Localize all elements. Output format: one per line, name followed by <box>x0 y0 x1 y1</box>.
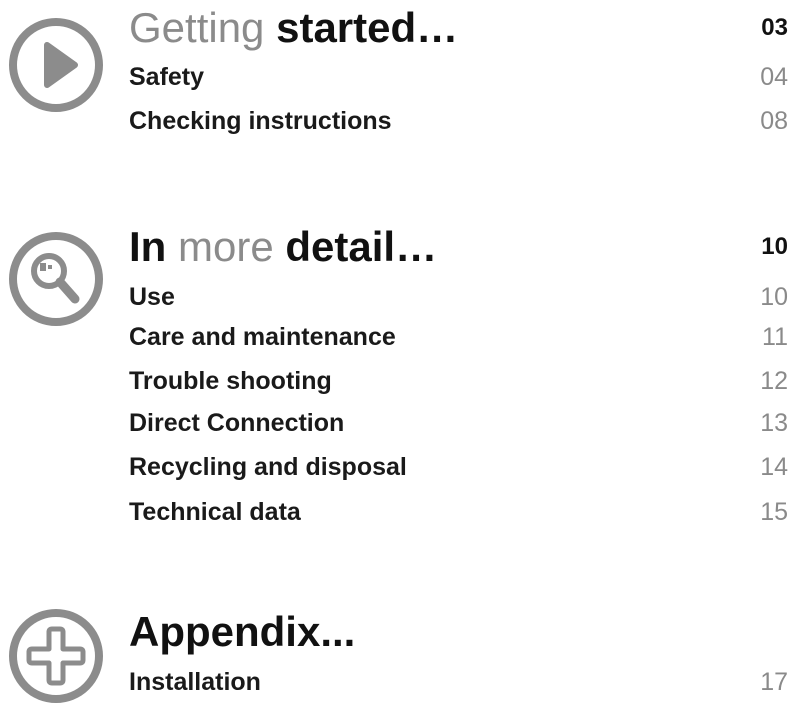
toc-entry-checking-instructions[interactable]: Checking instructions 08 <box>129 99 791 143</box>
toc-entry-installation[interactable]: Installation 17 <box>129 660 791 704</box>
toc-entry-label: Checking instructions <box>129 107 392 135</box>
toc-entry-label: Recycling and disposal <box>129 453 407 481</box>
play-icon <box>9 18 103 112</box>
toc-entry-direct-connection[interactable]: Direct Connection 13 <box>129 401 791 445</box>
toc-entry-label: Direct Connection <box>129 409 345 437</box>
toc-entry-technical-data[interactable]: Technical data 15 <box>129 490 791 534</box>
toc-entry-label: Trouble shooting <box>129 367 332 395</box>
toc-entry-page: 11 <box>762 323 788 351</box>
section-title: In more detail… <box>129 219 437 275</box>
toc-entry-trouble-shooting[interactable]: Trouble shooting 12 <box>129 359 791 403</box>
section-title-light: more <box>178 223 274 270</box>
section-title: Appendix... <box>129 604 355 660</box>
toc-entry-page: 14 <box>760 453 788 481</box>
section-heading[interactable]: In more detail… 10 <box>129 219 791 275</box>
section-title: Getting started… <box>129 0 458 56</box>
toc-entry-label: Installation <box>129 668 261 696</box>
toc-entry-page: 17 <box>760 668 788 696</box>
toc-entry-safety[interactable]: Safety 04 <box>129 55 791 99</box>
plus-icon <box>9 609 103 703</box>
toc-entry-page: 08 <box>760 107 788 135</box>
section-heading[interactable]: Appendix... <box>129 604 791 660</box>
toc-entry-page: 10 <box>760 283 788 311</box>
toc-entry-page: 04 <box>760 63 788 91</box>
section-title-bold: In <box>129 223 167 270</box>
toc-entry-use[interactable]: Use 10 <box>129 275 791 319</box>
section-page-number: 03 <box>761 14 788 41</box>
section-title-bold: detail… <box>285 223 438 270</box>
toc-entry-page: 12 <box>760 367 788 395</box>
section-title-light: Getting <box>129 4 265 51</box>
section-title-bold: started… <box>276 4 459 51</box>
toc-entry-care-and-maintenance[interactable]: Care and maintenance 11 <box>129 315 791 359</box>
magnifier-icon <box>9 232 103 326</box>
section-page-number: 10 <box>761 233 788 260</box>
toc-entry-label: Use <box>129 283 175 311</box>
toc-entry-recycling-and-disposal[interactable]: Recycling and disposal 14 <box>129 445 791 489</box>
section-title-bold: Appendix... <box>129 608 356 655</box>
toc-entry-label: Safety <box>129 63 205 91</box>
toc-entry-label: Technical data <box>129 498 301 526</box>
toc-entry-label: Care and maintenance <box>129 323 396 351</box>
toc-entry-page: 15 <box>760 498 788 526</box>
section-heading[interactable]: Getting started… 03 <box>129 0 791 56</box>
toc-entry-page: 13 <box>760 409 788 437</box>
